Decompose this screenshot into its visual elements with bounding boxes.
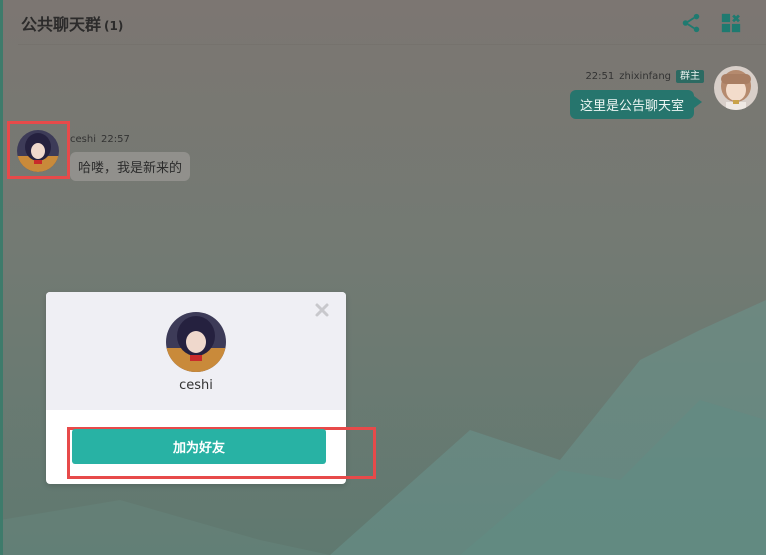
message-time: 22:57 [100,134,130,145]
left-edge-strip [0,0,3,555]
message-self: 22:51 zhixinfang 群主 这里是公告聊天室 [398,66,758,126]
avatar[interactable] [17,130,59,172]
message-bubble: 这里是公告聊天室 [569,90,703,119]
add-friend-button[interactable]: 加为好友 [72,429,326,464]
close-icon[interactable] [314,302,330,318]
message-username: zhixinfang [619,71,671,82]
message-meta: 22:51 zhixinfang 群主 [585,70,704,83]
owner-badge: 群主 [676,70,704,83]
group-title: 公共聊天群 (1) [21,11,123,35]
member-count: (1) [104,19,124,33]
message-username: ceshi [70,134,96,145]
profile-avatar [166,312,226,372]
avatar-highlight-frame[interactable] [7,121,70,179]
share-icon[interactable] [680,12,702,34]
profile-username: ceshi [179,378,213,393]
message-bubble: 哈喽，我是新来的 [70,152,191,181]
message-meta: ceshi 22:57 [70,134,130,145]
group-name: 公共聊天群 [21,15,102,34]
avatar[interactable] [714,66,758,110]
chat-header: 公共聊天群 (1) [0,0,766,44]
grid-add-icon[interactable] [720,12,742,34]
header-divider [18,44,766,45]
message-time: 22:51 [585,71,615,82]
